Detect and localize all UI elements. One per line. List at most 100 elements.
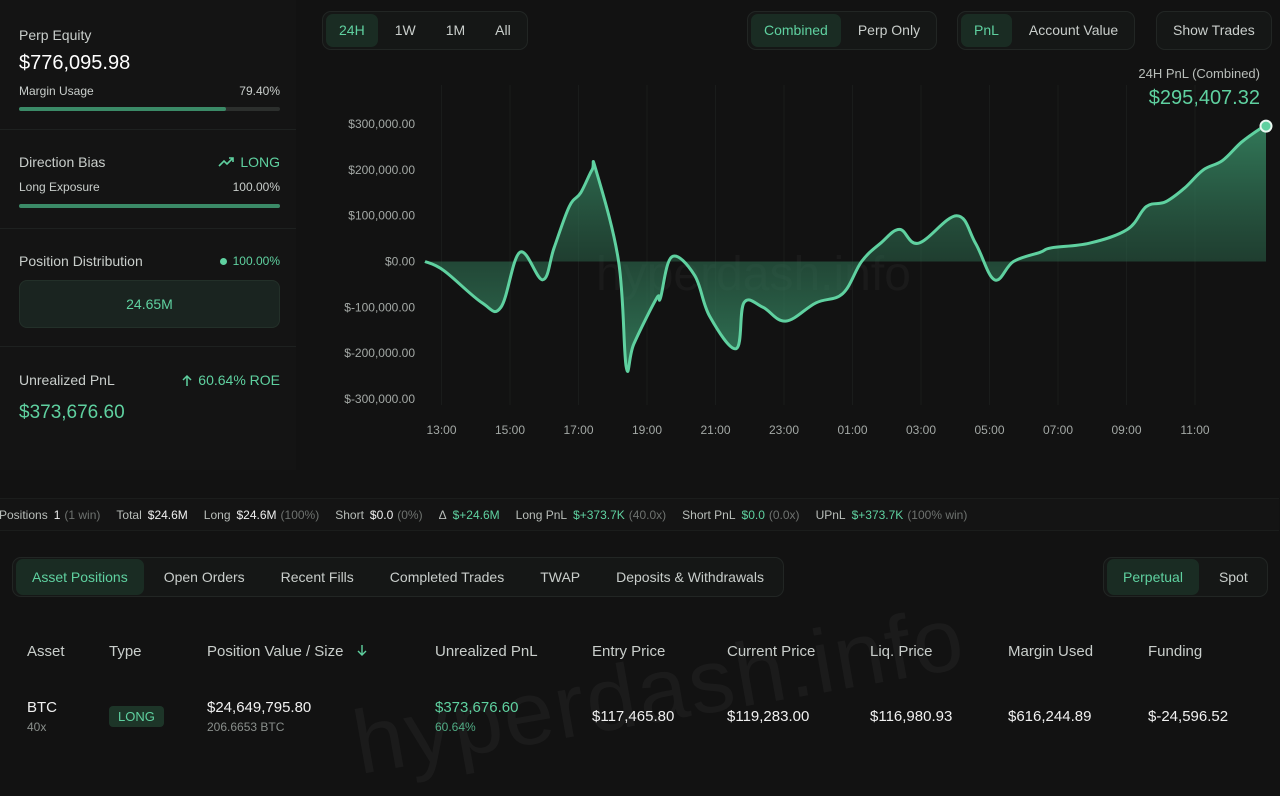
long-exposure-value: 100.00% — [232, 180, 280, 194]
stat-value: 1 — [53, 507, 61, 522]
stat-value: $0.0 — [369, 507, 394, 522]
cell-margin-used: $616,244.89 — [1008, 707, 1092, 725]
tab-twap[interactable]: TWAP — [524, 559, 596, 595]
stat-extra: (40.0x) — [628, 507, 667, 522]
y-tick-label: $200,000.00 — [348, 163, 415, 177]
x-tick-label: 03:00 — [906, 423, 936, 437]
divider — [0, 346, 296, 347]
asset-leverage: 40x — [27, 719, 47, 734]
stat-value: $+373.7K — [851, 507, 904, 522]
stat-label: Short — [335, 507, 364, 522]
y-tick-label: $-100,000.00 — [344, 300, 415, 314]
trending-up-icon — [218, 157, 235, 167]
long-exposure-fill — [19, 204, 280, 208]
tab-recent-fills[interactable]: Recent Fills — [265, 559, 370, 595]
col-entry-price[interactable]: Entry Price — [592, 630, 727, 672]
position-size: 206.6653 BTC — [207, 719, 285, 734]
cell-asset: BTC 40x — [0, 672, 109, 760]
x-tick-label: 05:00 — [974, 423, 1004, 437]
x-tick-label: 01:00 — [837, 423, 867, 437]
x-tick-label: 11:00 — [1180, 423, 1209, 437]
stat-item: Long $24.6M (100%) — [204, 508, 319, 522]
col-unrealized-pnl[interactable]: Unrealized PnL — [435, 630, 592, 672]
positions-tabs: Asset Positions Open Orders Recent Fills Co… — [12, 557, 784, 597]
stat-item: Long PnL $+373.7K (40.0x) — [516, 508, 666, 522]
stat-item: Short PnL $0.0 (0.0x) — [682, 508, 799, 522]
col-margin-used[interactable]: Margin Used — [1008, 630, 1148, 672]
x-tick-label: 09:00 — [1111, 423, 1141, 437]
perp-equity-section: Perp Equity $776,095.98 Margin Usage 79.… — [19, 27, 280, 98]
stat-item: Positions 1 (1 win) — [0, 508, 100, 522]
stat-extra: (0.0x) — [768, 507, 800, 522]
market-tabs: Perpetual Spot — [1103, 557, 1268, 597]
long-badge: LONG — [109, 705, 164, 727]
col-position-value[interactable]: Position Value / Size — [207, 630, 435, 672]
pnl-chart[interactable]: hyperdash.info $300,000.00$200,000.00$10… — [296, 0, 1280, 470]
latest-point-marker[interactable] — [1259, 119, 1273, 133]
direction-bias-label: Direction Bias — [19, 154, 106, 170]
y-tick-label: $-200,000.00 — [344, 346, 415, 360]
col-asset[interactable]: Asset — [0, 630, 109, 672]
y-tick-label: $0.00 — [385, 255, 415, 269]
upnl-value: $373,676.60 — [435, 698, 519, 716]
y-tick-label: $100,000.00 — [348, 209, 415, 223]
tab-asset-positions[interactable]: Asset Positions — [16, 559, 144, 595]
x-tick-label: 13:00 — [426, 423, 456, 437]
cell-type: LONG — [109, 672, 207, 760]
x-tick-label: 15:00 — [495, 423, 525, 437]
stat-extra: (0%) — [397, 507, 423, 522]
table-header-row: Asset Type Position Value / Size Unreali… — [0, 630, 1280, 672]
account-summary-panel: Perp Equity $776,095.98 Margin Usage 79.… — [0, 0, 296, 470]
position-distribution-bar[interactable]: 24.65M — [19, 280, 280, 328]
arrow-up-icon — [182, 374, 192, 386]
cell-entry-price: $117,465.80 — [592, 707, 675, 725]
x-tick-label: 23:00 — [769, 423, 799, 437]
stat-label: Positions — [0, 507, 48, 522]
y-tick-label: $-300,000.00 — [344, 392, 415, 406]
margin-usage-fill — [19, 107, 227, 111]
tab-completed-trades[interactable]: Completed Trades — [374, 559, 520, 595]
table-row[interactable]: BTC 40x LONG $24,649,795.80 206.6653 BTC… — [0, 672, 1280, 760]
perp-equity-value: $776,095.98 — [19, 52, 131, 74]
stat-value: $24.6M — [147, 507, 188, 522]
direction-bias-section: Direction Bias LONG Long Exposure 100.00… — [19, 154, 280, 194]
position-distribution-pct: 100.00% — [232, 254, 280, 268]
tab-spot[interactable]: Spot — [1203, 559, 1264, 595]
stat-item: Δ $+24.6M — [439, 508, 500, 522]
asset-name: BTC — [27, 698, 57, 716]
upnl-pct: 60.64% — [435, 719, 476, 734]
position-distribution-section: Position Distribution 100.00% — [19, 253, 280, 269]
cell-funding: $-24,596.52 — [1148, 707, 1229, 725]
stat-item: Short $0.0 (0%) — [335, 508, 422, 522]
position-distribution-value: 24.65M — [126, 296, 173, 312]
stat-label: Long — [203, 507, 231, 522]
unrealized-pnl-value: $373,676.60 — [19, 402, 125, 423]
tab-open-orders[interactable]: Open Orders — [148, 559, 261, 595]
stat-value: $+373.7K — [573, 507, 625, 522]
col-position-value-label: Position Value / Size — [207, 642, 344, 660]
stat-value: $0.0 — [741, 507, 765, 522]
cell-current-price: $119,283.00 — [727, 707, 810, 725]
stat-value: $+24.6M — [452, 507, 500, 522]
asset-positions-table: Asset Type Position Value / Size Unreali… — [0, 630, 1280, 760]
col-liq-price[interactable]: Liq. Price — [870, 630, 1008, 672]
direction-bias-value: LONG — [240, 154, 280, 170]
col-type[interactable]: Type — [109, 630, 207, 672]
col-funding[interactable]: Funding — [1148, 630, 1280, 672]
perp-equity-label: Perp Equity — [19, 27, 92, 43]
x-tick-label: 21:00 — [700, 423, 730, 437]
pnl-chart-panel: 24H 1W 1M All Combined Perp Only PnL Account … — [296, 0, 1280, 470]
cell-upnl: $373,676.60 60.64% — [435, 672, 592, 760]
margin-usage-bar — [19, 107, 280, 111]
col-current-price[interactable]: Current Price — [727, 630, 870, 672]
tab-perpetual[interactable]: Perpetual — [1107, 559, 1199, 595]
y-tick-label: $300,000.00 — [348, 117, 415, 131]
margin-usage-label: Margin Usage — [19, 84, 94, 98]
divider — [0, 228, 296, 229]
stat-label: Δ — [438, 507, 447, 522]
stat-extra: (100%) — [280, 507, 320, 522]
unrealized-pnl-label: Unrealized PnL — [19, 372, 115, 388]
stat-item: UPnL $+373.7K (100% win) — [816, 508, 968, 522]
stat-value: $24.6M — [236, 507, 277, 522]
tab-deposits-withdrawals[interactable]: Deposits & Withdrawals — [600, 559, 780, 595]
